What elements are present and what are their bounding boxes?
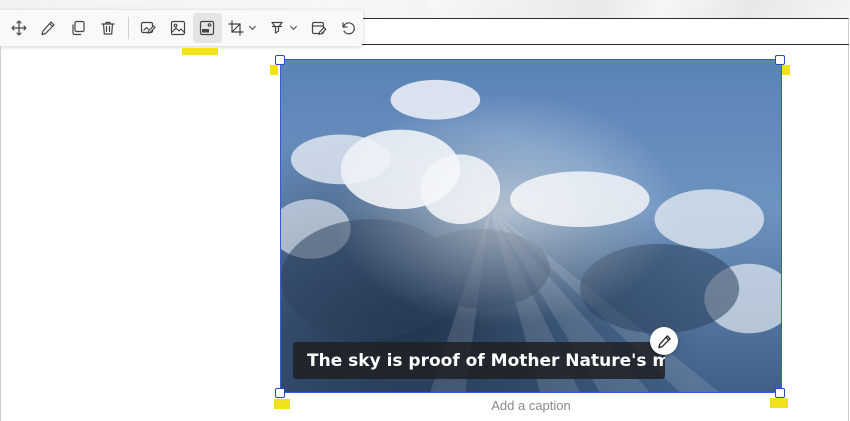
resize-handle-top-left[interactable] (275, 55, 285, 65)
alt-text-button[interactable] (133, 13, 163, 43)
chevron-down-icon (289, 25, 297, 31)
trash-icon (101, 21, 115, 35)
reset-button[interactable] (333, 13, 363, 43)
edit-button[interactable] (34, 13, 64, 43)
move-button[interactable] (4, 13, 34, 43)
edit-overlay-button[interactable] (650, 327, 678, 355)
undo-icon (342, 22, 356, 35)
chevron-down-icon (249, 25, 257, 31)
crop-icon (228, 20, 244, 36)
crop-button[interactable] (222, 13, 263, 43)
move-arrows-icon (11, 20, 27, 36)
pencil-icon (41, 21, 56, 36)
duplicate-button[interactable] (63, 13, 93, 43)
text-on-image-button[interactable] (192, 13, 223, 43)
resize-handle-bottom-right[interactable] (775, 388, 785, 398)
style-button[interactable] (304, 13, 334, 43)
filters-button[interactable] (263, 13, 304, 43)
image-edit-icon (141, 21, 156, 34)
copy-icon (72, 20, 85, 36)
resize-handle-top-right[interactable] (775, 55, 785, 65)
corner-marker (270, 65, 278, 75)
style-edit-icon (311, 21, 326, 35)
image-toolbar (0, 10, 363, 46)
image-overlay-text[interactable]: The sky is proof of Mother Nature's maje… (293, 342, 665, 379)
caption-input[interactable]: Add a caption (280, 398, 782, 413)
corner-marker (782, 65, 790, 75)
image-replace-icon (170, 20, 185, 36)
pencil-icon (657, 334, 671, 348)
resize-handle-bottom-left[interactable] (275, 388, 285, 398)
replace-image-button[interactable] (163, 13, 193, 43)
active-tool-highlight (182, 48, 218, 55)
toolbar-separator (127, 17, 129, 39)
delete-button[interactable] (93, 13, 123, 43)
image-caption-icon (200, 20, 215, 36)
filter-icon (271, 21, 283, 34)
